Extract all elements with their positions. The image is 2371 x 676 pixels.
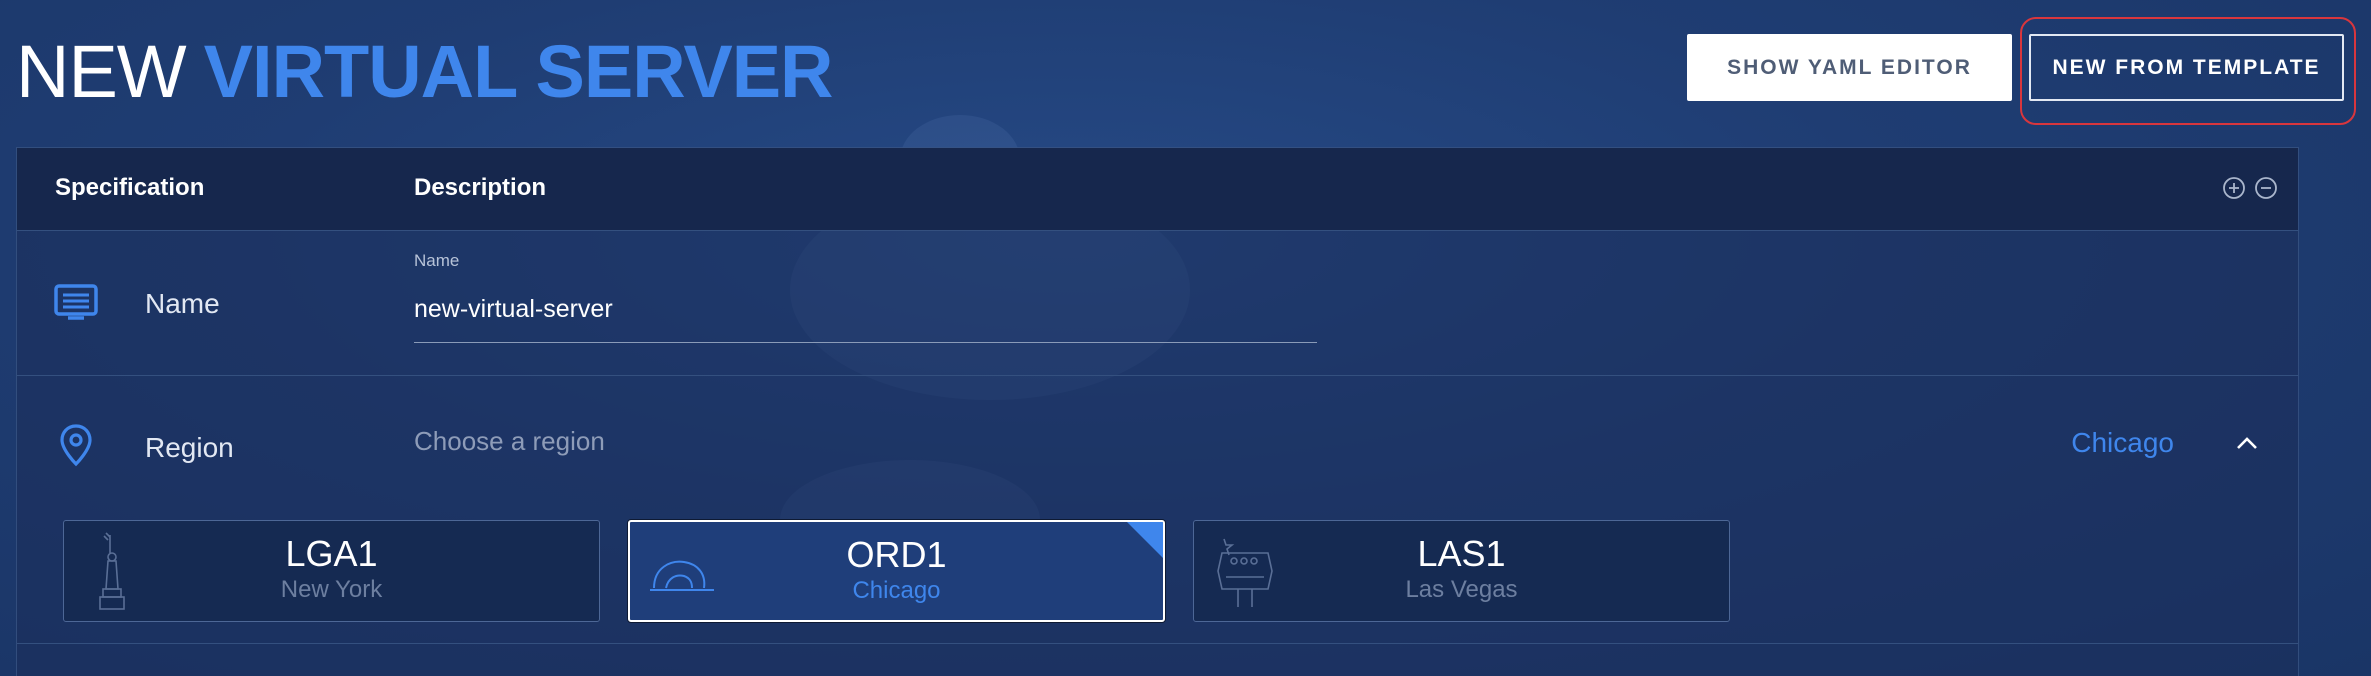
show-yaml-editor-button[interactable]: SHOW YAML EDITOR <box>1687 34 2012 101</box>
region-placeholder: Choose a region <box>414 426 605 456</box>
expand-all-icon[interactable] <box>2220 174 2248 202</box>
region-city: Las Vegas <box>1405 576 1518 603</box>
page-title-prefix: NEW <box>16 30 187 113</box>
name-field-label: Name <box>414 251 460 270</box>
region-option-ord1[interactable]: ORD1 Chicago <box>628 520 1165 622</box>
chevron-up-icon[interactable] <box>2232 428 2262 458</box>
name-field: Name <box>414 248 1317 343</box>
location-pin-icon <box>53 422 99 468</box>
page-title: NEW VIRTUAL SERVER <box>16 22 833 122</box>
spec-panel: Specification Description Name Name new-… <box>16 147 2299 676</box>
region-row: Region Choose a region Chicago LGA1 New … <box>17 376 2298 644</box>
region-code: LGA1 <box>285 533 378 574</box>
column-header-specification: Specification <box>55 174 205 201</box>
region-option-las1[interactable]: LAS1 Las Vegas <box>1193 520 1730 622</box>
name-row: Name Name <box>17 230 2298 376</box>
name-input[interactable] <box>414 292 1317 326</box>
region-code: LAS1 <box>1417 533 1506 574</box>
expand-collapse-controls <box>2220 174 2280 202</box>
region-code: ORD1 <box>846 534 947 575</box>
server-icon <box>53 280 99 326</box>
region-city: New York <box>280 576 383 603</box>
new-from-template-button[interactable]: NEW FROM TEMPLATE <box>2029 34 2344 101</box>
region-option-lga1[interactable]: LGA1 New York <box>63 520 600 622</box>
name-row-label: Name <box>145 288 220 319</box>
region-row-label: Region <box>145 432 234 463</box>
region-city: Chicago <box>852 577 941 604</box>
collapse-all-icon[interactable] <box>2252 174 2280 202</box>
region-selected-value[interactable]: Chicago <box>2071 427 2174 459</box>
column-header-description: Description <box>414 174 547 201</box>
page-title-main: VIRTUAL SERVER <box>203 30 834 113</box>
panel-header: Specification Description <box>17 148 2298 231</box>
selected-corner-marker <box>1127 522 1163 558</box>
